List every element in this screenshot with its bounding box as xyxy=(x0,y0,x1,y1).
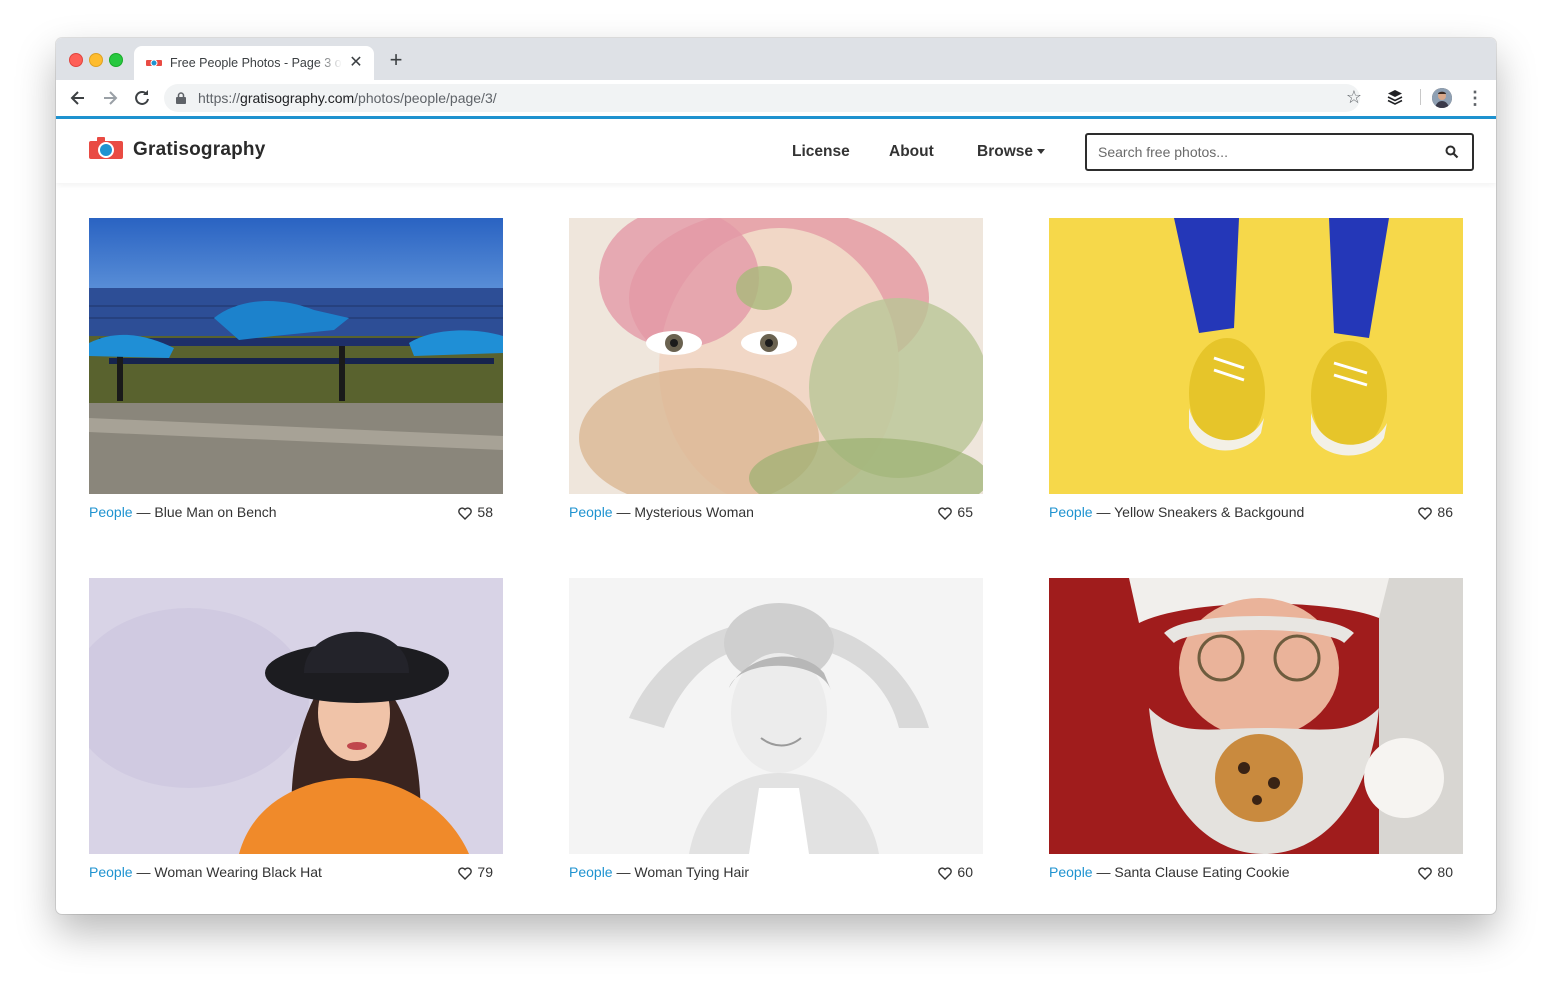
like-button[interactable]: 79 xyxy=(458,864,493,880)
forward-arrow-icon[interactable] xyxy=(100,88,120,108)
mysterious-woman-image xyxy=(569,218,983,494)
like-count: 79 xyxy=(477,864,493,880)
heart-icon xyxy=(938,507,953,520)
photo-card: People — Yellow Sneakers & Backgound 86 xyxy=(1049,218,1463,520)
heart-icon xyxy=(1418,867,1433,880)
caption-separator: — xyxy=(132,504,155,520)
new-tab-button[interactable]: + xyxy=(386,49,406,71)
like-count: 58 xyxy=(477,504,493,520)
browser-menu-icon[interactable]: ⋮ xyxy=(1466,88,1484,108)
like-count: 80 xyxy=(1437,864,1453,880)
yellow-sneakers-image xyxy=(1049,218,1463,494)
photo-title[interactable]: Blue Man on Bench xyxy=(154,504,276,520)
photo-title[interactable]: Santa Clause Eating Cookie xyxy=(1114,864,1289,880)
buffer-extension-icon[interactable] xyxy=(1386,88,1404,106)
santa-cookie-image xyxy=(1049,578,1463,854)
gratisography-logo-icon[interactable] xyxy=(88,135,124,163)
avatar-image xyxy=(1432,88,1452,108)
lock-icon xyxy=(176,92,186,104)
like-button[interactable]: 60 xyxy=(938,864,973,880)
woman-black-hat-image xyxy=(89,578,503,854)
heart-icon xyxy=(458,507,473,520)
photo-title[interactable]: Mysterious Woman xyxy=(634,504,754,520)
toolbar-separator xyxy=(1420,89,1421,105)
heart-icon xyxy=(938,867,953,880)
gratisography-favicon-icon xyxy=(146,59,162,67)
caption-separator: — xyxy=(132,864,155,880)
category-link[interactable]: People xyxy=(1049,504,1093,520)
blue-man-bench-image xyxy=(89,218,503,494)
photo-card: People — Blue Man on Bench 58 xyxy=(89,218,503,520)
like-count: 86 xyxy=(1437,504,1453,520)
browser-window: Free People Photos - Page 3 of ✕ + https… xyxy=(56,38,1496,914)
photo-thumbnail[interactable] xyxy=(1049,578,1463,854)
like-button[interactable]: 65 xyxy=(938,504,973,520)
caption-separator: — xyxy=(1092,504,1115,520)
category-link[interactable]: People xyxy=(89,864,133,880)
photo-caption: People — Mysterious Woman xyxy=(569,504,754,520)
photo-card: People — Woman Wearing Black Hat 79 xyxy=(89,578,503,880)
photo-thumbnail[interactable] xyxy=(569,218,983,494)
minimize-window-button[interactable] xyxy=(89,53,103,67)
search-placeholder: Search free photos... xyxy=(1098,144,1228,160)
back-arrow-icon[interactable] xyxy=(68,88,88,108)
photo-thumbnail[interactable] xyxy=(569,578,983,854)
photo-title[interactable]: Woman Wearing Black Hat xyxy=(154,864,322,880)
photo-caption: People — Woman Tying Hair xyxy=(569,864,749,880)
profile-avatar[interactable] xyxy=(1432,88,1452,108)
like-count: 65 xyxy=(957,504,973,520)
like-button[interactable]: 80 xyxy=(1418,864,1453,880)
photo-caption: People — Santa Clause Eating Cookie xyxy=(1049,864,1289,880)
category-link[interactable]: People xyxy=(569,864,613,880)
heart-icon xyxy=(458,867,473,880)
maximize-window-button[interactable] xyxy=(109,53,123,67)
browser-tab[interactable]: Free People Photos - Page 3 of ✕ xyxy=(134,46,374,80)
like-button[interactable]: 58 xyxy=(458,504,493,520)
photo-title[interactable]: Woman Tying Hair xyxy=(634,864,749,880)
category-link[interactable]: People xyxy=(569,504,613,520)
bookmark-star-icon[interactable]: ☆ xyxy=(1344,87,1364,107)
caption-separator: — xyxy=(1092,864,1115,880)
nav-license-link[interactable]: License xyxy=(792,143,850,161)
browser-toolbar: https://gratisography.com/photos/people/… xyxy=(56,80,1496,117)
nav-browse-dropdown[interactable]: Browse xyxy=(977,143,1045,161)
heart-icon xyxy=(1418,507,1433,520)
address-bar[interactable]: https://gratisography.com/photos/people/… xyxy=(164,84,1362,112)
photo-thumbnail[interactable] xyxy=(89,578,503,854)
reload-icon[interactable] xyxy=(132,88,152,108)
category-link[interactable]: People xyxy=(1049,864,1093,880)
like-count: 60 xyxy=(957,864,973,880)
nav-about-link[interactable]: About xyxy=(889,143,934,161)
url-text: https://gratisography.com/photos/people/… xyxy=(198,90,497,106)
like-button[interactable]: 86 xyxy=(1418,504,1453,520)
photo-caption: People — Woman Wearing Black Hat xyxy=(89,864,322,880)
tab-strip: Free People Photos - Page 3 of ✕ + xyxy=(56,38,1496,80)
nav-browse-label: Browse xyxy=(977,143,1033,160)
search-input[interactable]: Search free photos... xyxy=(1085,133,1474,171)
photo-title[interactable]: Yellow Sneakers & Backgound xyxy=(1114,504,1304,520)
tab-title: Free People Photos - Page 3 of xyxy=(170,56,342,70)
photo-card: People — Santa Clause Eating Cookie 80 xyxy=(1049,578,1463,880)
close-tab-icon[interactable]: ✕ xyxy=(348,55,364,71)
site-header: Gratisography License About Browse Searc… xyxy=(56,119,1496,183)
photo-thumbnail[interactable] xyxy=(89,218,503,494)
photo-caption: People — Blue Man on Bench xyxy=(89,504,277,520)
caption-separator: — xyxy=(612,504,635,520)
photo-card: People — Mysterious Woman 65 xyxy=(569,218,983,520)
photo-caption: People — Yellow Sneakers & Backgound xyxy=(1049,504,1304,520)
photo-card: People — Woman Tying Hair 60 xyxy=(569,578,983,880)
caption-separator: — xyxy=(612,864,635,880)
woman-tying-hair-image xyxy=(569,578,983,854)
chevron-down-icon xyxy=(1037,149,1045,155)
search-icon[interactable] xyxy=(1445,145,1459,159)
photo-thumbnail[interactable] xyxy=(1049,218,1463,494)
category-link[interactable]: People xyxy=(89,504,133,520)
close-window-button[interactable] xyxy=(69,53,83,67)
site-logo-text[interactable]: Gratisography xyxy=(133,139,265,161)
